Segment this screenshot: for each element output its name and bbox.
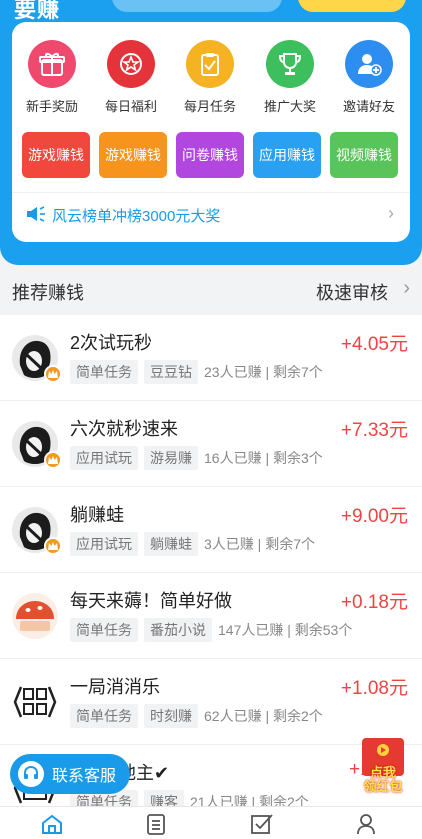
task-meta: 16人已赚 | 剩余3个	[204, 450, 323, 466]
top-action-pill[interactable]	[298, 0, 406, 12]
star-badge-icon	[107, 40, 155, 88]
category-buttons: 游戏赚钱 游戏赚钱 问卷赚钱 应用赚钱 视频赚钱	[22, 132, 402, 178]
task-source-tag: 豆豆钻	[144, 360, 198, 384]
task-row[interactable]: 六次就秒速来 +7.33元 应用试玩 游易赚 16人已赚 | 剩余3个	[0, 401, 422, 487]
crown-icon	[44, 537, 62, 555]
contact-service-label: 联系客服	[52, 768, 117, 785]
task-type-tag: 应用试玩	[70, 446, 138, 470]
chevron-right-icon[interactable]: ›	[403, 277, 410, 300]
search-bar[interactable]	[112, 0, 282, 12]
notice-text: 风云榜单冲榜3000元大奖	[52, 208, 221, 225]
red-packet-button[interactable]: 点我 领红包	[358, 738, 408, 798]
entry-promotion-prize[interactable]: 推广大奖	[250, 40, 330, 115]
category-game-earn[interactable]: 游戏赚钱	[22, 132, 90, 178]
trophy-icon	[266, 40, 314, 88]
entry-label: 每月任务	[183, 99, 236, 114]
bottom-tab-bar	[0, 806, 422, 839]
task-tags: 应用试玩 躺赚蛙 3人已赚 | 剩余7个	[70, 532, 315, 556]
notice-bar[interactable]: 风云榜单冲榜3000元大奖 ›	[12, 192, 410, 232]
red-packet-line2: 领红包	[363, 779, 403, 794]
checkbox-icon[interactable]	[250, 813, 276, 837]
add-user-icon	[345, 40, 393, 88]
app-title: 要赚	[14, 0, 61, 22]
task-title: 六次就秒速来	[70, 419, 178, 439]
task-source-tag: 游易赚	[144, 446, 198, 470]
section-header: 推荐赚钱 极速审核 ›	[0, 265, 422, 315]
task-type-tag: 应用试玩	[70, 532, 138, 556]
section-title: 推荐赚钱	[12, 283, 84, 303]
list-icon[interactable]	[145, 813, 171, 837]
category-game-earn-2[interactable]: 游戏赚钱	[99, 132, 167, 178]
user-icon[interactable]	[355, 813, 381, 837]
quick-entries: 新手奖励 每日福利 每月任务 推广大奖 邀请好友	[12, 40, 410, 140]
task-source-tag: 时刻赚	[144, 704, 198, 728]
category-app-earn[interactable]: 应用赚钱	[253, 132, 321, 178]
task-reward: +7.33元	[340, 420, 408, 441]
task-reward: +4.05元	[340, 334, 408, 355]
task-title: 每天来薅！简单好做	[70, 591, 232, 611]
headset-icon	[18, 761, 44, 787]
task-reward: +9.00元	[340, 506, 408, 527]
entry-label: 邀请好友	[342, 99, 395, 114]
avatar	[12, 507, 62, 555]
category-survey-earn[interactable]: 问卷赚钱	[176, 132, 244, 178]
entry-invite-friends[interactable]: 邀请好友	[329, 40, 409, 115]
task-row[interactable]: 躺赚蛙 +9.00元 应用试玩 躺赚蛙 3人已赚 | 剩余7个	[0, 487, 422, 573]
clipboard-check-icon	[186, 40, 234, 88]
task-meta: 147人已赚 | 剩余53个	[218, 622, 353, 638]
entry-newbie-reward[interactable]: 新手奖励	[12, 40, 92, 115]
task-tags: 简单任务 时刻赚 62人已赚 | 剩余2个	[70, 704, 323, 728]
avatar	[12, 679, 58, 725]
task-type-tag: 简单任务	[70, 704, 138, 728]
entry-label: 推广大奖	[263, 99, 316, 114]
entry-label: 新手奖励	[25, 99, 78, 114]
gift-icon	[28, 40, 76, 88]
task-title: 一局消消乐	[70, 677, 160, 697]
task-meta: 62人已赚 | 剩余2个	[204, 708, 323, 724]
task-type-tag: 简单任务	[70, 618, 138, 642]
category-video-earn[interactable]: 视频赚钱	[330, 132, 398, 178]
avatar	[12, 593, 58, 639]
task-type-tag: 简单任务	[70, 360, 138, 384]
task-meta: 3人已赚 | 剩余7个	[204, 536, 315, 552]
entry-label: 每日福利	[104, 99, 157, 114]
task-reward: +0.18元	[340, 592, 408, 613]
header-banner: 要赚 新手奖励 每日福利 每月任务 推广大奖 邀请好友 游戏赚钱 游戏赚钱 问卷…	[0, 0, 422, 265]
task-reward: +1.08元	[340, 678, 408, 699]
contact-service-button[interactable]: 联系客服	[10, 754, 130, 794]
task-title: 躺赚蛙	[70, 505, 124, 525]
task-source-tag: 躺赚蛙	[144, 532, 198, 556]
entry-monthly-task[interactable]: 每月任务	[170, 40, 250, 115]
task-title: 2次试玩秒	[70, 333, 153, 353]
chevron-right-icon: ›	[388, 203, 394, 223]
avatar	[12, 335, 62, 383]
fast-review-link[interactable]: 极速审核	[316, 279, 388, 305]
crown-icon	[44, 451, 62, 469]
task-source-tag: 番茄小说	[144, 618, 212, 642]
task-meta: 23人已赚 | 剩余7个	[204, 364, 323, 380]
task-row[interactable]: 每天来薅！简单好做 +0.18元 简单任务 番茄小说 147人已赚 | 剩余53…	[0, 573, 422, 659]
red-packet-line1: 点我	[369, 765, 396, 780]
crown-icon	[44, 365, 62, 383]
feature-card: 新手奖励 每日福利 每月任务 推广大奖 邀请好友 游戏赚钱 游戏赚钱 问卷赚钱 …	[12, 22, 410, 242]
entry-daily-welfare[interactable]: 每日福利	[91, 40, 171, 115]
home-icon[interactable]	[40, 813, 66, 837]
megaphone-icon	[26, 206, 46, 227]
task-tags: 简单任务 番茄小说 147人已赚 | 剩余53个	[70, 618, 353, 642]
task-row[interactable]: 一局消消乐 +1.08元 简单任务 时刻赚 62人已赚 | 剩余2个	[0, 659, 422, 745]
task-row[interactable]: 2次试玩秒 +4.05元 简单任务 豆豆钻 23人已赚 | 剩余7个	[0, 315, 422, 401]
task-tags: 应用试玩 游易赚 16人已赚 | 剩余3个	[70, 446, 323, 470]
task-tags: 简单任务 豆豆钻 23人已赚 | 剩余7个	[70, 360, 323, 384]
red-packet-label: 点我 领红包	[358, 766, 408, 794]
avatar	[12, 421, 62, 469]
